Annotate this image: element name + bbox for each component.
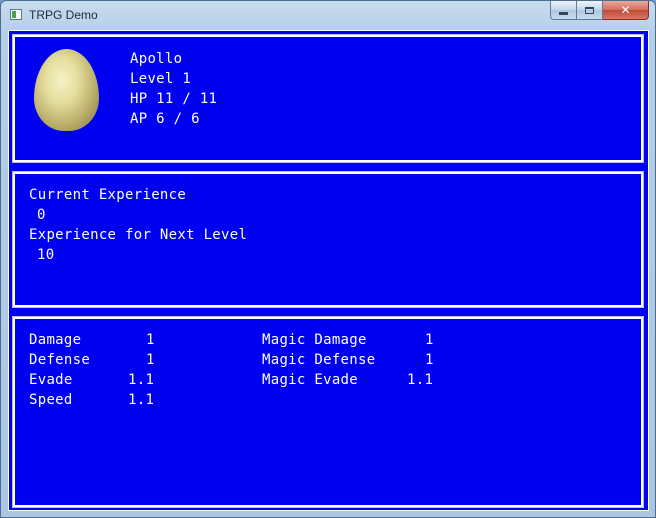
stat-value-defense: 1: [146, 352, 155, 368]
stat-label-defense: Defense: [29, 352, 91, 368]
current-experience-value: 0: [37, 207, 46, 223]
next-level-experience-label: Experience for Next Level: [29, 227, 248, 243]
stat-value-magic-damage: 1: [425, 332, 434, 348]
character-level: Level 1: [130, 71, 192, 87]
window-title: TRPG Demo: [29, 8, 98, 22]
title-bar[interactable]: TRPG Demo ✕: [1, 1, 655, 29]
character-hp: HP 11 / 11: [130, 91, 218, 107]
stat-value-speed: 1.1: [128, 392, 155, 408]
stat-value-evade: 1.1: [128, 372, 155, 388]
next-level-experience-value: 10: [37, 247, 55, 263]
window-controls: ✕: [550, 1, 649, 21]
stat-label-magic-defense: Magic Defense: [262, 352, 376, 368]
app-window: TRPG Demo ✕ Apollo Level 1 HP 11 / 11 AP…: [0, 0, 656, 518]
character-status-panel: Apollo Level 1 HP 11 / 11 AP 6 / 6: [12, 34, 644, 163]
experience-panel: Current Experience 0 Experience for Next…: [12, 171, 644, 308]
stat-label-damage: Damage: [29, 332, 82, 348]
maximize-button[interactable]: [577, 1, 603, 20]
game-screen: Apollo Level 1 HP 11 / 11 AP 6 / 6 Curre…: [8, 30, 649, 511]
stat-label-magic-evade: Magic Evade: [262, 372, 359, 388]
stat-label-magic-damage: Magic Damage: [262, 332, 367, 348]
minimize-icon: [559, 11, 568, 15]
close-icon: ✕: [620, 3, 631, 17]
current-experience-label: Current Experience: [29, 187, 187, 203]
character-name: Apollo: [130, 51, 183, 67]
stat-value-magic-evade: 1.1: [407, 372, 434, 388]
character-ap: AP 6 / 6: [130, 111, 200, 127]
maximize-icon: [585, 6, 594, 14]
character-portrait: [34, 49, 99, 131]
stat-value-magic-defense: 1: [425, 352, 434, 368]
close-button[interactable]: ✕: [603, 1, 649, 20]
minimize-button[interactable]: [550, 1, 577, 20]
app-icon: [10, 9, 22, 20]
stat-label-speed: Speed: [29, 392, 73, 408]
stat-value-damage: 1: [146, 332, 155, 348]
stat-label-evade: Evade: [29, 372, 73, 388]
stats-panel: Damage 1 Defense 1 Evade 1.1 Speed 1.1 M…: [12, 316, 644, 508]
